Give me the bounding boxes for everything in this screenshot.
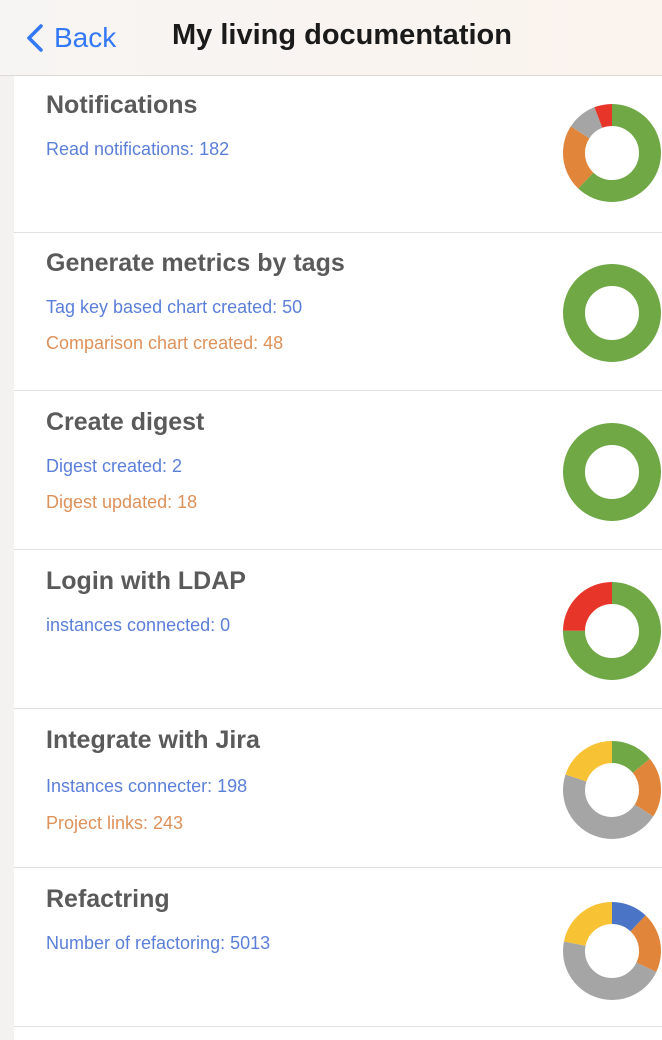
metric-line: Digest updated: 18 (46, 492, 198, 512)
donut-chart (563, 902, 661, 1000)
feature-row-notifications[interactable]: Notifications Read notifications: 182 (14, 76, 662, 233)
feature-row-refactoring[interactable]: Refactring Number of refactoring: 5013 (14, 869, 662, 1027)
donut-chart (563, 264, 661, 362)
metric-line: Read notifications: 182 (46, 139, 230, 159)
feature-row-integrate-jira[interactable]: Integrate with Jira Instances connecter:… (14, 710, 662, 868)
donut-chart (563, 423, 661, 521)
feature-title: Refactring (46, 885, 170, 913)
feature-list: Notifications Read notifications: 182 Ge… (0, 76, 662, 1040)
back-button[interactable]: Back (24, 18, 116, 58)
back-label: Back (54, 22, 117, 53)
feature-title: Create digest (46, 408, 205, 436)
donut-chart (563, 741, 661, 839)
feature-title: Generate metrics by tags (46, 249, 345, 277)
feature-row-create-digest[interactable]: Create digest Digest created: 2 Digest u… (14, 392, 662, 550)
metric-line: instances connected: 0 (46, 615, 231, 635)
metric-line: Tag key based chart created: 50 (46, 297, 303, 317)
donut-segment-green (563, 423, 661, 521)
feature-row-login-ldap[interactable]: Login with LDAP instances connected: 0 (14, 551, 662, 709)
feature-title: Notifications (46, 91, 198, 119)
donut-chart (563, 104, 661, 202)
metric-line: Comparison chart created: 48 (46, 333, 284, 353)
metric-line: Number of refactoring: 5013 (46, 933, 271, 953)
feature-title: Login with LDAP (46, 567, 246, 595)
feature-row-generate-metrics[interactable]: Generate metrics by tags Tag key based c… (14, 233, 662, 391)
navigation-bar: Back My living documentation (0, 0, 662, 76)
feature-title: Integrate with Jira (46, 726, 260, 754)
metric-line: Project links: 243 (46, 813, 184, 833)
chevron-left-icon (27, 24, 43, 52)
metric-line: Digest created: 2 (46, 456, 183, 476)
metric-line: Instances connecter: 198 (46, 776, 248, 796)
donut-chart (563, 582, 661, 680)
page-title: My living documentation (172, 19, 512, 51)
donut-segment-green (563, 264, 661, 362)
